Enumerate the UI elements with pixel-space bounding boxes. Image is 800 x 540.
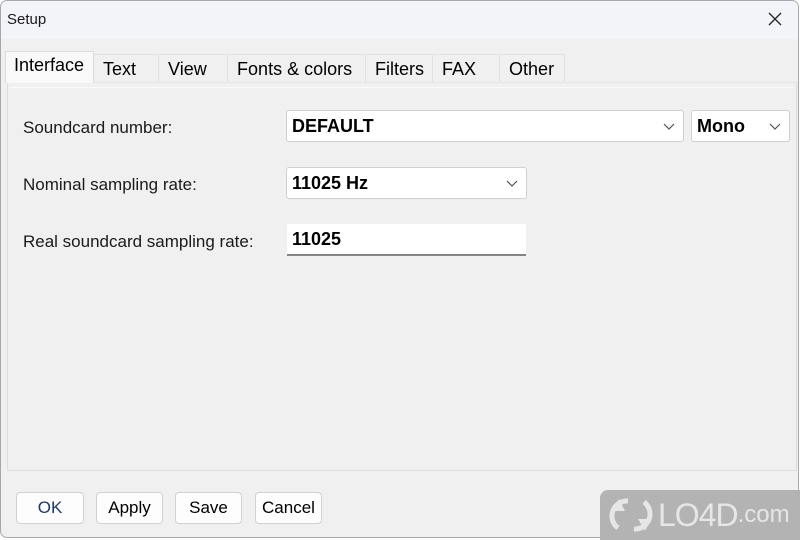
title-bar: Setup [1,1,798,39]
tab-fax[interactable]: FAX [432,54,501,83]
nominal-sampling-rate-value: 11025 Hz [292,172,369,193]
tab-bar: Interface Text View Fonts & colors Filte… [5,51,566,83]
chevron-down-icon [506,180,518,187]
nominal-sampling-rate-label: Nominal sampling rate: [23,175,197,194]
panel-body [10,87,794,468]
soundcard-number-value: DEFAULT [292,115,374,136]
lo4d-watermark: LO4D .com [600,490,800,540]
soundcard-number-dropdown[interactable]: DEFAULT [286,110,684,142]
apply-button[interactable]: Apply [96,492,163,524]
real-sampling-rate-input[interactable]: 11025 [287,224,526,256]
channel-mode-value: Mono [697,115,745,136]
nominal-sampling-rate-dropdown[interactable]: 11025 Hz [286,167,527,199]
lo4d-logo-icon [609,498,653,532]
ok-button[interactable]: OK [16,492,84,524]
tab-view[interactable]: View [158,54,229,83]
tab-other[interactable]: Other [499,54,566,83]
chevron-down-icon [769,123,781,130]
close-button[interactable] [752,1,798,37]
close-icon [768,12,782,26]
setup-dialog: Setup Interface Text View Fonts & colors… [0,0,799,538]
watermark-brand: LO4D [658,496,739,533]
tab-fonts-colors[interactable]: Fonts & colors [227,54,367,83]
window-title: Setup [7,11,47,28]
tab-filters[interactable]: Filters [365,54,434,83]
real-sampling-rate-value: 11025 [292,228,342,249]
tab-text[interactable]: Text [93,54,160,83]
cancel-button[interactable]: Cancel [255,492,322,524]
real-sampling-rate-label: Real soundcard sampling rate: [23,232,254,251]
soundcard-number-label: Soundcard number: [23,118,173,137]
watermark-suffix: .com [737,501,790,528]
chevron-down-icon [663,123,675,130]
tab-interface[interactable]: Interface [5,51,95,83]
save-button[interactable]: Save [175,492,242,524]
channel-mode-dropdown[interactable]: Mono [691,110,790,142]
